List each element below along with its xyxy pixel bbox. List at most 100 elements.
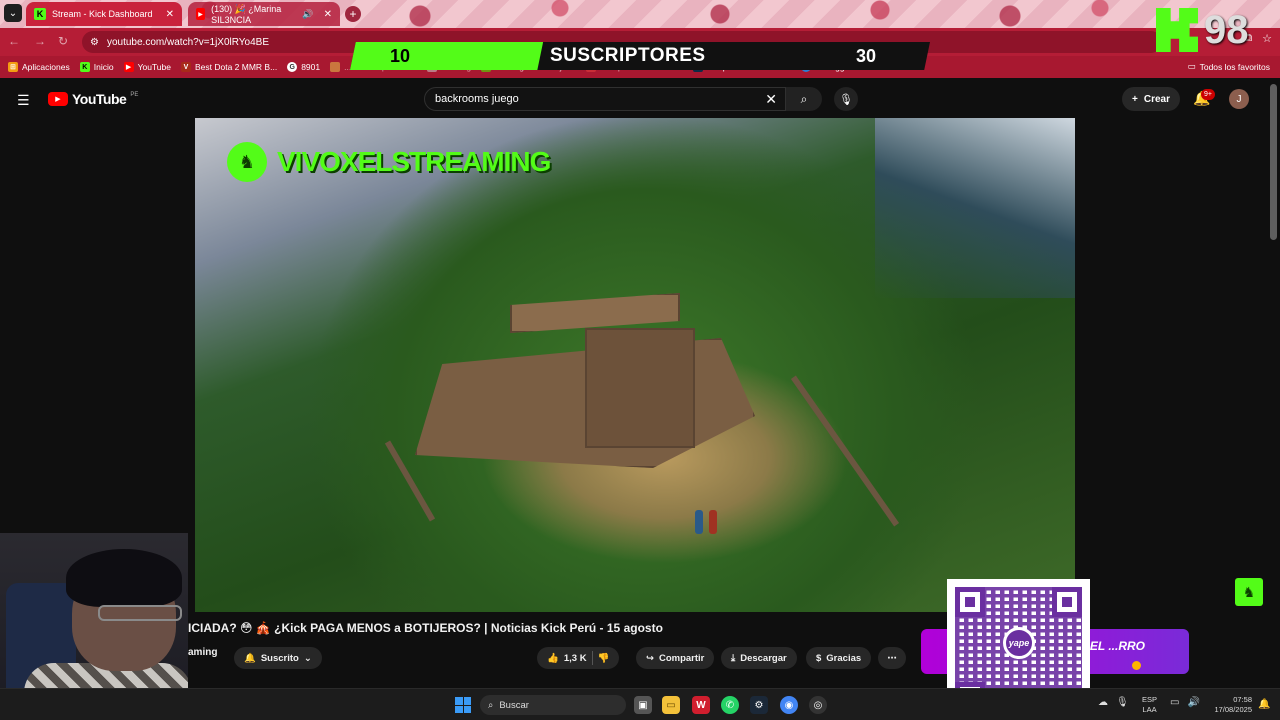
youtube-icon: ▶ [123, 62, 134, 72]
bookmark-8901[interactable]: G 8901 [287, 62, 320, 72]
app-red-icon[interactable]: W [692, 696, 710, 714]
bell-icon: 🔔 [244, 652, 256, 664]
all-bookmarks-label: Todos los favoritos [1199, 61, 1270, 72]
subscribed-button[interactable]: 🔔 Suscrito ⌄ [234, 647, 322, 669]
tab-close-icon[interactable]: ✕ [166, 9, 174, 20]
folder-icon: ▭ [1187, 61, 1196, 71]
qr-finder [1052, 587, 1082, 617]
forward-icon[interactable]: → [34, 34, 46, 48]
youtube-play-icon: ▶ [48, 92, 68, 106]
screen: ⌄ K Stream - Kick Dashboard ✕ ▶ (130) 🎉 … [0, 0, 1280, 720]
brand-text: VIVOXELSTREAMING [277, 146, 551, 177]
share-button[interactable]: ↪ Compartir [636, 647, 715, 669]
subscribed-label: Suscrito [260, 652, 299, 664]
quick-settings[interactable]: ▭ 🔊 [1170, 697, 1200, 708]
channel-name[interactable]: aming [188, 647, 217, 658]
tab-label: Stream - Kick Dashboard [52, 9, 153, 19]
super-thanks-icon: $ [816, 652, 822, 664]
bookmark-label: 8901 [301, 62, 321, 72]
notifications-badge: 9+ [1201, 89, 1215, 100]
site-info-icon[interactable]: ⚙ [90, 37, 99, 48]
obs-icon[interactable]: ◎ [809, 696, 827, 714]
steam-icon[interactable]: ⚙ [750, 696, 768, 714]
bookmark-label: YouTube [137, 62, 171, 72]
youtube-logo[interactable]: ▶ YouTube PE [48, 91, 138, 107]
streamer-glasses [98, 605, 182, 621]
like-count[interactable]: 1,3 K [564, 653, 587, 664]
more-actions-button[interactable]: ⋯ [878, 647, 906, 669]
plus-icon: + [1132, 93, 1138, 105]
whatsapp-icon[interactable]: ✆ [721, 696, 739, 714]
taskbar-search[interactable]: ⌕ Buscar [480, 695, 626, 715]
speaker-icon[interactable]: 🔊 [302, 9, 313, 20]
search-input[interactable]: backrooms juego ✕ [424, 87, 786, 111]
new-tab-button[interactable]: + [345, 6, 361, 22]
windows-start-icon[interactable] [455, 697, 471, 713]
back-icon[interactable]: ← [8, 34, 20, 48]
tab-search-icon[interactable]: ⌄ [4, 4, 22, 22]
notification-icon[interactable]: 🔔 [1258, 699, 1270, 710]
volume-icon: 🔊 [1187, 697, 1200, 708]
goal-target: 30 [856, 46, 877, 66]
dislike-icon[interactable]: 👎 [598, 653, 610, 664]
download-icon: ⤓ [731, 652, 736, 664]
search-icon: ⌕ [800, 91, 808, 106]
microphone-icon[interactable]: 🎙 [1116, 697, 1129, 708]
terrace-wall [790, 375, 900, 527]
system-tray: ☁ 🎙 [1098, 697, 1129, 708]
qr-finder [955, 587, 985, 617]
tab-kick-dashboard[interactable]: K Stream - Kick Dashboard ✕ [26, 2, 182, 26]
chrome-icon[interactable]: ◉ [780, 696, 798, 714]
person-figure [709, 510, 717, 534]
all-bookmarks-button[interactable]: ▭ Todos los favoritos [1188, 61, 1270, 72]
taskbar-clock[interactable]: 07:58 17/08/2025 [1206, 695, 1252, 715]
goal-current: 10 [390, 46, 411, 66]
stream-brand-overlay: ♞ VIVOXELSTREAMING [227, 142, 551, 182]
file-explorer-icon[interactable]: ▭ [662, 696, 680, 714]
brand-corner-icon: ♞ [1235, 578, 1263, 606]
ruins-tower [585, 328, 695, 448]
region-code: PE [130, 92, 139, 98]
lang-layout: LAA [1142, 705, 1157, 714]
person-figure [695, 510, 703, 534]
kick-logo-icon [1156, 8, 1198, 52]
url-text: youtube.com/watch?v=1jX0lRYo4BE [106, 36, 270, 48]
globe-icon: G [287, 62, 298, 72]
youtube-header: ☰ ▶ YouTube PE backrooms juego ✕ ⌕ 🎙 + Cr… [0, 80, 1280, 118]
search-value: backrooms juego [435, 93, 519, 105]
bookmark-apps[interactable]: ⊞ Aplicaciones [8, 62, 70, 72]
bookmark-dota[interactable]: V Best Dota 2 MMR B... [180, 62, 278, 72]
tab-youtube-video[interactable]: ▶ (130) 🎉 ¿Marina SIL3NCIA 🔊 ✕ [188, 2, 340, 26]
clear-search-icon[interactable]: ✕ [765, 91, 777, 108]
monitor-icon: ▭ [1170, 697, 1180, 708]
bookmark-star-icon[interactable]: ☆ [1262, 32, 1272, 45]
share-icon: ↪ [646, 652, 654, 664]
page-scrollbar[interactable] [1270, 84, 1277, 240]
reload-icon[interactable]: ↻ [58, 34, 68, 48]
task-view-icon[interactable]: ▣ [634, 696, 652, 714]
video-player[interactable]: ♞ VIVOXELSTREAMING [195, 118, 1075, 612]
kick-icon: K [34, 8, 46, 20]
download-button[interactable]: ⤓ Descargar [721, 647, 797, 669]
bookmark-label: Best Dota 2 MMR B... [194, 62, 278, 72]
menu-icon[interactable]: ☰ [17, 92, 30, 109]
youtube-wordmark: YouTube [72, 91, 127, 107]
like-dislike-group: 👍 1,3 K 👎 [537, 647, 620, 669]
avatar[interactable]: J [1229, 89, 1249, 109]
brand-logo-icon: ♞ [227, 142, 267, 182]
thanks-button[interactable]: $ Gracias [806, 647, 872, 669]
onedrive-icon[interactable]: ☁ [1098, 697, 1108, 708]
download-label: Descargar [740, 652, 787, 664]
create-button[interactable]: + Crear [1122, 87, 1180, 111]
people-figures [685, 494, 733, 534]
tab-close-icon[interactable]: ✕ [324, 9, 332, 20]
goal-progress-fill [350, 42, 544, 70]
input-language[interactable]: ESP LAA [1142, 695, 1157, 715]
bookmark-inicio[interactable]: K Inicio [79, 62, 114, 72]
voice-search-button[interactable]: 🎙 [834, 87, 858, 111]
like-icon[interactable]: 👍 [547, 653, 559, 664]
bookmark-youtube[interactable]: ▶ YouTube [123, 62, 171, 72]
search-button[interactable]: ⌕ [786, 87, 822, 111]
chevron-down-icon: ⌄ [303, 652, 312, 664]
microphone-icon: 🎙 [839, 93, 853, 106]
